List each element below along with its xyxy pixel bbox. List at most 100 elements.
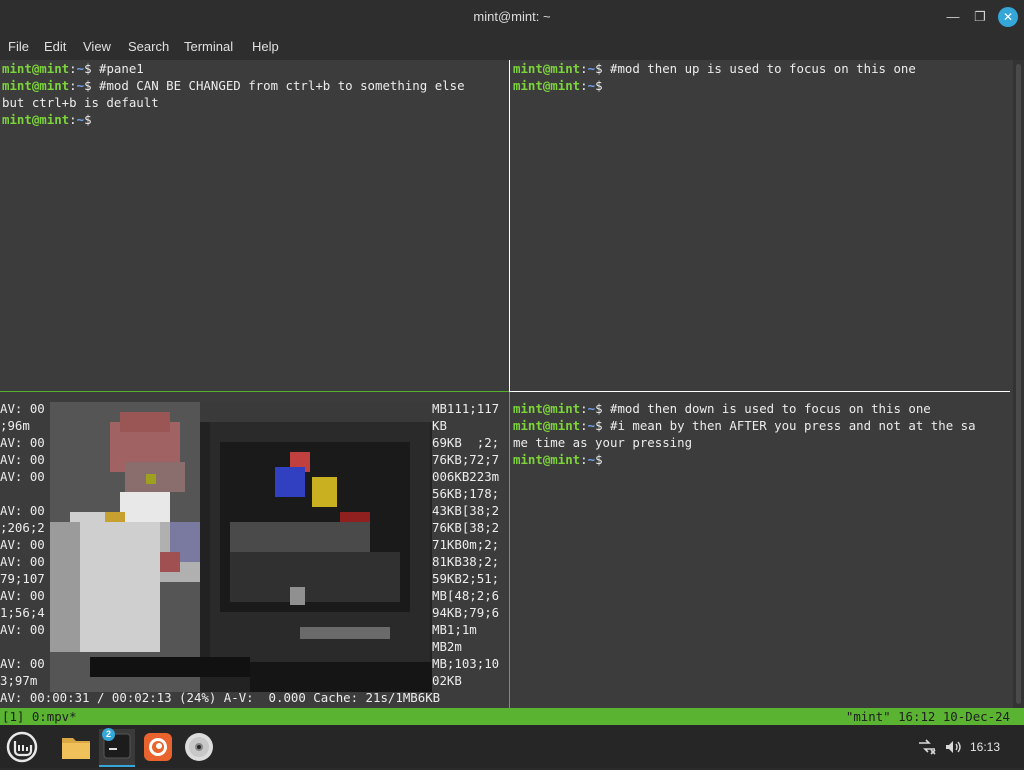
prompt-separator: : — [580, 401, 588, 416]
prompt-user-host: mint@mint — [2, 61, 70, 76]
files-folder-icon[interactable] — [58, 729, 94, 765]
prompt-path: ~ — [587, 452, 596, 467]
prompt-path: ~ — [76, 78, 85, 93]
mpv-fragment: 71KB0m;2; — [432, 537, 500, 552]
mpv-fragment: AV: 00 — [0, 469, 45, 484]
prompt-path: ~ — [587, 401, 596, 416]
prompt-separator: : — [69, 61, 77, 76]
maximize-icon[interactable]: ❐ — [971, 8, 989, 26]
pane-divider-vertical[interactable] — [509, 60, 510, 392]
mpv-fragment: AV: 00 — [0, 588, 45, 603]
prompt-user-host: mint@mint — [513, 401, 581, 416]
mpv-fragment: AV: 00 — [0, 622, 45, 637]
mpv-fragment: 1;56;4 — [0, 605, 45, 620]
mpv-fragment: 79;107 — [0, 571, 45, 586]
prompt-sigil: $ — [84, 61, 99, 76]
pane-divider-horizontal[interactable] — [510, 391, 1010, 392]
window-titlebar[interactable]: mint@mint: ~ — ❐ ✕ — [0, 0, 1024, 34]
menu-help[interactable]: Help — [252, 39, 279, 54]
mpv-fragment: MB2m — [432, 639, 462, 654]
terminal-line: mint@mint:~$ — [2, 111, 510, 128]
prompt-user-host: mint@mint — [513, 61, 581, 76]
terminal-area[interactable]: mint@mint:~$ #pane1 mint@mint:~$ #mod CAN… — [0, 60, 1024, 708]
prompt-user-host: mint@mint — [2, 112, 70, 127]
mpv-fragment: 69KB ;2; — [432, 435, 500, 450]
firefox-icon[interactable] — [140, 729, 176, 765]
tmux-status-bar: [1] 0:mpv* "mint" 16:12 10-Dec-24 — [0, 708, 1024, 725]
terminal-scrollbar[interactable] — [1013, 60, 1024, 708]
mpv-fragment: 59KB2;51; — [432, 571, 500, 586]
prompt-separator: : — [69, 78, 77, 93]
terminal-line: mint@mint:~$ #mod then up is used to foc… — [513, 60, 1015, 77]
mpv-ascii-right-column: MB111;117 KB 69KB ;2; 76KB;72;7 006KB223m 56K… — [432, 400, 508, 689]
tmux-pane-mpv[interactable]: AV: 00 ;96m AV: 00 AV: 00 AV: 00 AV: 00 ;206;2… — [0, 400, 508, 708]
prompt-path: ~ — [76, 112, 85, 127]
mpv-fragment: 81KB38;2; — [432, 554, 500, 569]
mpv-ascii-left-column: AV: 00 ;96m AV: 00 AV: 00 AV: 00 AV: 00 ;206;2… — [0, 400, 50, 689]
mpv-fragment: 43KB[38;2 — [432, 503, 500, 518]
prompt-sigil: $ — [84, 112, 99, 127]
menu-view[interactable]: View — [83, 39, 111, 54]
volume-icon[interactable] — [944, 738, 962, 756]
mpv-fragment: MB111;117 — [432, 401, 500, 416]
mpv-fragment: 76KB;72;7 — [432, 452, 500, 467]
pane-divider-vertical-active[interactable] — [509, 392, 510, 708]
command-text: #mod then down is used to focus on this … — [610, 401, 931, 416]
menu-file[interactable]: File — [8, 39, 29, 54]
prompt-sigil: $ — [595, 78, 610, 93]
scrollbar-thumb[interactable] — [1016, 64, 1021, 704]
prompt-path: ~ — [587, 61, 596, 76]
prompt-sigil: $ — [595, 401, 610, 416]
prompt-path: ~ — [587, 78, 596, 93]
command-text: #mod CAN BE CHANGED from ctrl+b to somet… — [99, 78, 465, 93]
close-icon[interactable]: ✕ — [998, 7, 1018, 27]
mpv-fragment: 3;97m — [0, 673, 38, 688]
prompt-user-host: mint@mint — [2, 78, 70, 93]
mpv-fragment: KB — [432, 418, 447, 433]
tmux-pane-bottom-right[interactable]: mint@mint:~$ #mod then down is used to f… — [511, 400, 1015, 708]
terminal-line: mint@mint:~$ #pane1 — [2, 60, 510, 77]
mpv-fragment: AV: 00 — [0, 452, 45, 467]
tmux-pane-top-right[interactable]: mint@mint:~$ #mod then up is used to foc… — [511, 60, 1015, 391]
output-text: me time as your pressing — [513, 435, 693, 450]
pane-divider-horizontal-active[interactable] — [0, 391, 509, 392]
prompt-sigil: $ — [595, 61, 610, 76]
prompt-separator: : — [580, 78, 588, 93]
mpv-fragment: AV: 00 — [0, 554, 45, 569]
mpv-fragment: MB[48;2;6 — [432, 588, 500, 603]
mpv-fragment: AV: 00 — [0, 401, 45, 416]
menu-edit[interactable]: Edit — [44, 39, 66, 54]
mpv-fragment: MB;103;10 — [432, 656, 500, 671]
terminal-line: me time as your pressing — [513, 434, 1015, 451]
terminal-line: mint@mint:~$ #mod CAN BE CHANGED from ct… — [2, 77, 510, 94]
mpv-fragment: 02KB — [432, 673, 462, 688]
terminal-line: mint@mint:~$ #i mean by then AFTER you p… — [513, 417, 1015, 434]
prompt-path: ~ — [76, 61, 85, 76]
terminal-line: mint@mint:~$ #mod then down is used to f… — [513, 400, 1015, 417]
minimize-icon[interactable]: — — [944, 8, 962, 26]
mpv-fragment: AV: 00 — [0, 435, 45, 450]
prompt-separator: : — [69, 112, 77, 127]
disc-icon[interactable] — [181, 729, 217, 765]
network-disconnected-icon[interactable] — [917, 738, 937, 756]
window-title: mint@mint: ~ — [473, 9, 551, 24]
terminal-window-count-badge: 2 — [102, 728, 115, 741]
mpv-fragment: AV: 00 — [0, 537, 45, 552]
mpv-fragment — [0, 638, 50, 655]
prompt-separator: : — [580, 61, 588, 76]
mint-menu-icon[interactable] — [4, 729, 40, 765]
mpv-fragment: AV: 00 — [0, 656, 45, 671]
tmux-pane-top-left[interactable]: mint@mint:~$ #pane1 mint@mint:~$ #mod CAN… — [0, 60, 510, 391]
mpv-fragment — [0, 485, 50, 502]
mpv-fragment: 76KB[38;2 — [432, 520, 500, 535]
mpv-fragment: ;206;2 — [0, 520, 45, 535]
command-text: #mod then up is used to focus on this on… — [610, 61, 916, 76]
prompt-user-host: mint@mint — [513, 78, 581, 93]
taskbar-clock[interactable]: 16:13 — [970, 740, 1000, 754]
taskbar: 2 — [0, 725, 1024, 768]
command-text: #pane1 — [99, 61, 144, 76]
menu-search[interactable]: Search — [128, 39, 169, 54]
mpv-fragment: 006KB223m — [432, 469, 500, 484]
prompt-separator: : — [580, 452, 588, 467]
menu-terminal[interactable]: Terminal — [184, 39, 233, 54]
